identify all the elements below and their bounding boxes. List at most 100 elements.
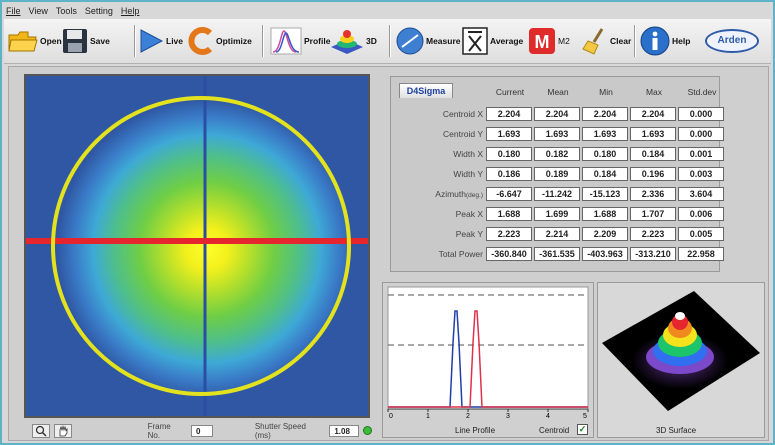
column-header: Max bbox=[645, 87, 663, 97]
stat-value-cell: -313.210 bbox=[630, 247, 676, 261]
row-label-text: Azimuth bbox=[435, 189, 467, 199]
line-profile-panel: 0 1 2 3 4 5 Line Profile Centroid ✓ bbox=[382, 282, 594, 438]
zoom-button[interactable] bbox=[32, 423, 50, 438]
live-button[interactable]: Live bbox=[138, 24, 183, 58]
menu-view[interactable]: View bbox=[29, 6, 48, 16]
x-tick-label: 0 bbox=[389, 413, 393, 419]
row-label-text: Width X bbox=[453, 149, 483, 159]
menu-file[interactable]: File bbox=[6, 6, 21, 16]
optimize-label: Optimize bbox=[216, 36, 252, 46]
save-button[interactable]: Save bbox=[62, 24, 110, 58]
row-label: Peak X bbox=[397, 209, 483, 219]
shutter-speed-value[interactable]: 1.08 bbox=[329, 424, 360, 437]
stat-value-cell: 22.958 bbox=[678, 247, 724, 261]
save-label: Save bbox=[90, 36, 110, 46]
open-label: Open bbox=[40, 36, 62, 46]
centroid-checkbox[interactable]: ✓ bbox=[577, 424, 588, 435]
row-label-text: Peak Y bbox=[455, 229, 483, 239]
image-status-bar: Frame No. 0 Shutter Speed (ms) 1.08 bbox=[32, 421, 373, 440]
optimize-button[interactable]: Optimize bbox=[188, 24, 252, 58]
profile-button[interactable]: Profile bbox=[270, 24, 330, 58]
toolbar-separator bbox=[134, 25, 135, 57]
menu-help[interactable]: Help bbox=[121, 6, 140, 16]
x-tick-label: 5 bbox=[583, 413, 587, 419]
stat-value-cell: 2.204 bbox=[630, 107, 676, 121]
menu-tools[interactable]: Tools bbox=[56, 6, 77, 16]
x-tick-label: 4 bbox=[546, 413, 550, 419]
column-header: Std.dev bbox=[687, 87, 717, 97]
magnifier-icon bbox=[35, 425, 47, 437]
row-label: Width X bbox=[397, 149, 483, 159]
shutter-speed-label: Shutter Speed (ms) bbox=[254, 421, 306, 440]
broom-icon bbox=[582, 28, 604, 55]
clear-label: Clear bbox=[610, 36, 632, 46]
x-tick-label: 2 bbox=[466, 413, 470, 419]
surface-3d-view[interactable] bbox=[598, 283, 764, 421]
column-header: Min bbox=[599, 87, 613, 97]
menu-setting[interactable]: Setting bbox=[85, 6, 113, 16]
line-profile-caption: Line Profile bbox=[455, 426, 496, 435]
live-label: Live bbox=[166, 36, 184, 46]
average-button[interactable]: Average bbox=[462, 24, 523, 58]
stat-value-cell: 0.000 bbox=[678, 127, 724, 141]
x-tick-label: 3 bbox=[506, 413, 510, 419]
stat-value-cell: 0.196 bbox=[630, 167, 676, 181]
clear-button[interactable]: Clear bbox=[582, 24, 631, 58]
row-label-text: Total Power bbox=[438, 249, 483, 259]
stat-value-cell: -361.535 bbox=[534, 247, 580, 261]
stat-value-cell: 2.214 bbox=[534, 227, 580, 241]
row-label-text: Width Y bbox=[453, 169, 483, 179]
average-label: Average bbox=[490, 36, 524, 46]
column-header: Mean bbox=[547, 87, 569, 97]
m2-button[interactable]: M M2 bbox=[528, 24, 570, 58]
measure-icon bbox=[396, 27, 424, 55]
stat-value-cell: 1.688 bbox=[582, 207, 628, 221]
play-icon bbox=[140, 29, 164, 53]
beam-profile-image bbox=[26, 76, 368, 416]
toolbar-separator bbox=[634, 25, 635, 57]
stat-value-cell: 2.204 bbox=[534, 107, 580, 121]
folder-icon bbox=[8, 31, 38, 52]
stat-value-cell: 0.180 bbox=[486, 147, 532, 161]
stat-value-cell: 1.693 bbox=[486, 127, 532, 141]
three-d-button[interactable]: 3D bbox=[330, 24, 377, 58]
pan-button[interactable] bbox=[53, 423, 72, 438]
tab-d4sigma[interactable]: D4Sigma bbox=[399, 83, 453, 98]
m2-label: M2 bbox=[558, 36, 570, 46]
plot-area bbox=[387, 286, 589, 410]
x-tick-label: 1 bbox=[426, 413, 430, 419]
row-label-text: Centroid X bbox=[442, 109, 483, 119]
measure-button[interactable]: Measure bbox=[396, 24, 461, 58]
stat-value-cell: 0.005 bbox=[678, 227, 724, 241]
help-button[interactable]: Help bbox=[640, 24, 690, 58]
stat-value-cell: 0.006 bbox=[678, 207, 724, 221]
status-led bbox=[363, 426, 373, 435]
row-label: Azimuth(deg.) bbox=[397, 189, 483, 199]
stat-value-cell: 2.204 bbox=[582, 107, 628, 121]
toolbar-separator bbox=[389, 25, 390, 57]
frame-no-value: 0 bbox=[190, 424, 213, 437]
help-label: Help bbox=[672, 36, 691, 46]
column-header: Current bbox=[495, 87, 525, 97]
info-icon bbox=[640, 26, 670, 56]
row-label: Centroid Y bbox=[397, 129, 483, 139]
stat-value-cell: 0.180 bbox=[582, 147, 628, 161]
m2-icon: M bbox=[529, 28, 555, 54]
floppy-disk-icon bbox=[63, 29, 87, 53]
stat-value-cell: 1.699 bbox=[534, 207, 580, 221]
stat-value-cell: 0.186 bbox=[486, 167, 532, 181]
surface-icon bbox=[331, 30, 363, 54]
stat-value-cell: 1.707 bbox=[630, 207, 676, 221]
row-label-text: Centroid Y bbox=[442, 129, 483, 139]
stat-value-cell: -11.242 bbox=[534, 187, 580, 201]
row-label-text: Peak X bbox=[455, 209, 483, 219]
row-label: Width Y bbox=[397, 169, 483, 179]
frame-no-label: Frame No. bbox=[147, 421, 171, 440]
stat-value-cell: 0.184 bbox=[630, 147, 676, 161]
open-button[interactable]: Open bbox=[8, 24, 62, 58]
toolbar: Open Save Live Optimize Profile 3D Measu… bbox=[4, 19, 771, 64]
stat-value-cell: -360.840 bbox=[486, 247, 532, 261]
beam-image-view[interactable] bbox=[24, 74, 370, 418]
stat-value-cell: 3.604 bbox=[678, 187, 724, 201]
stat-value-cell: 2.209 bbox=[582, 227, 628, 241]
